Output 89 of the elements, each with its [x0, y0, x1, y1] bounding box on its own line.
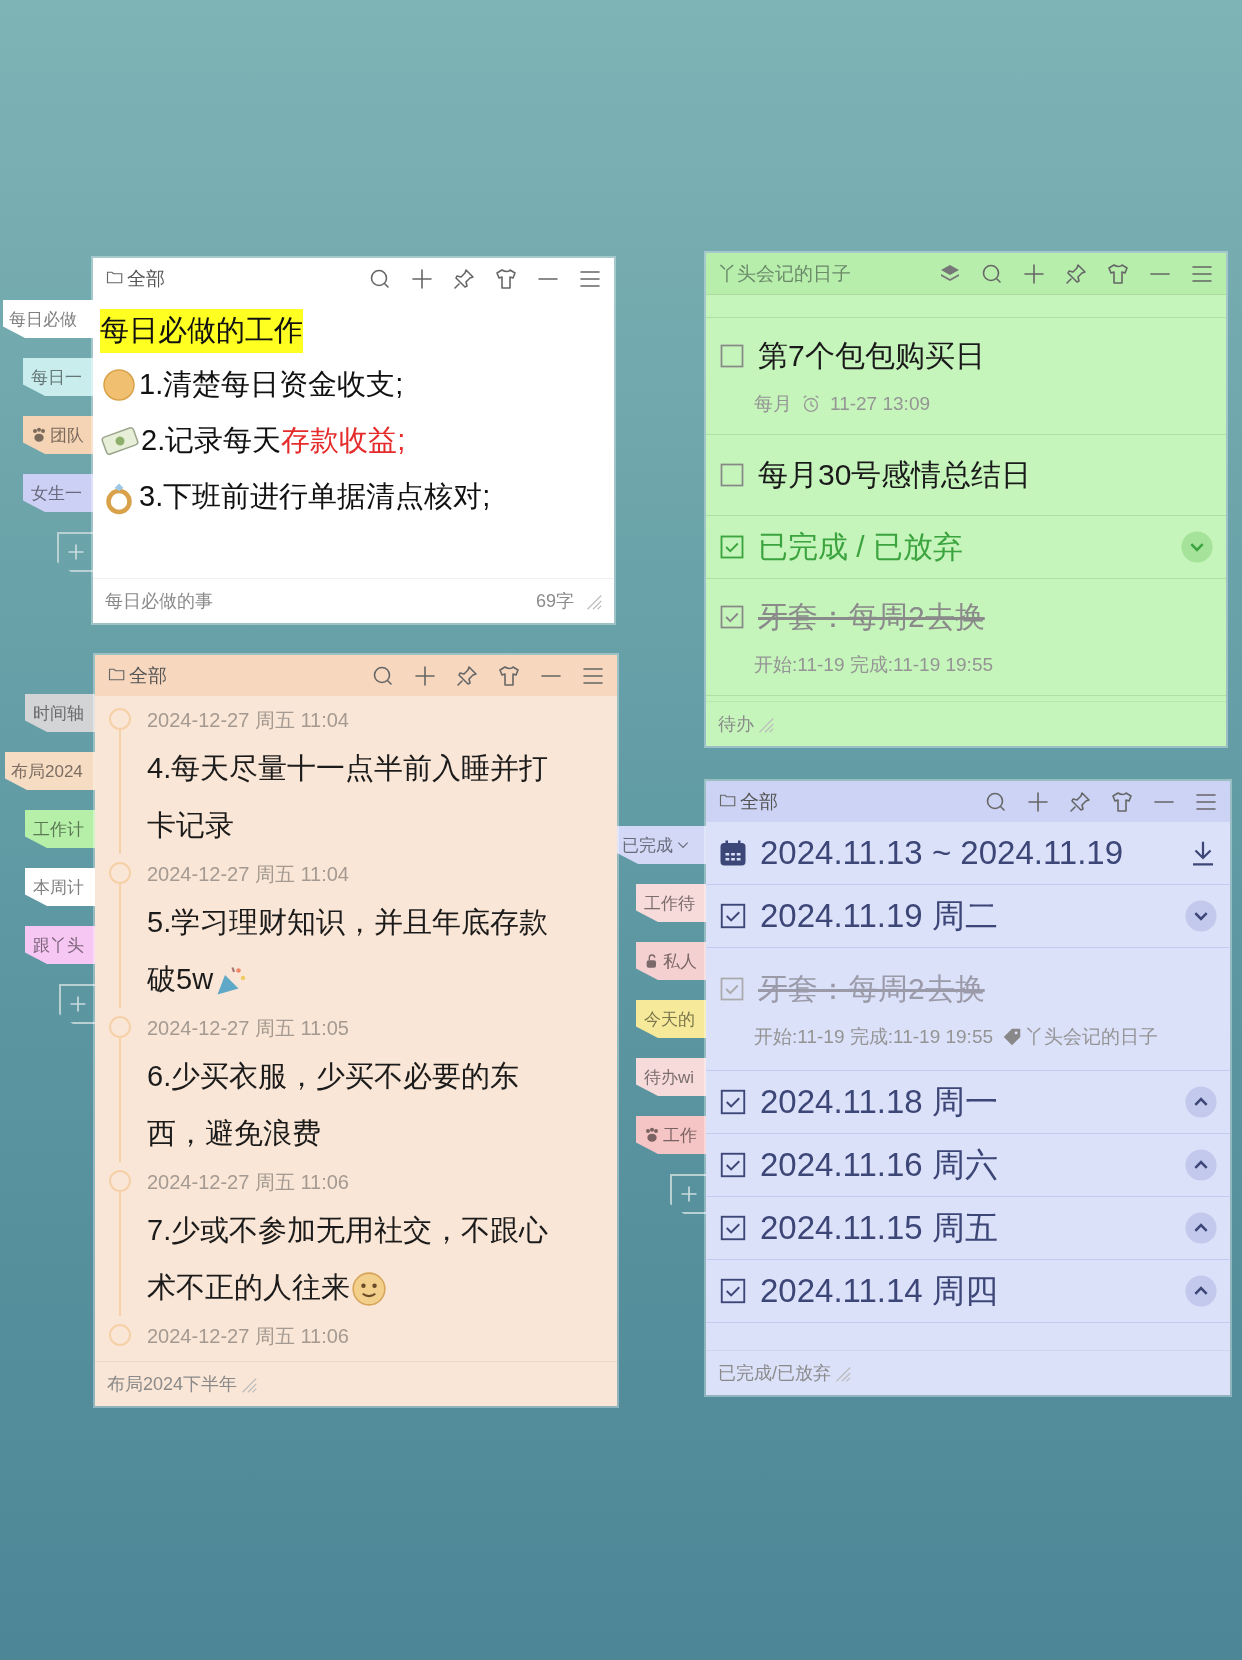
note-tab[interactable]: 私人 — [636, 942, 706, 980]
note-tab[interactable]: 跟丫头 — [25, 926, 95, 964]
reminder-time: 11-27 13:09 — [830, 392, 930, 415]
checked-checkbox[interactable] — [718, 975, 746, 1003]
coin-icon — [101, 367, 137, 403]
pin-icon[interactable] — [1068, 789, 1092, 814]
checkbox[interactable] — [718, 461, 746, 489]
collapse-button[interactable] — [1184, 899, 1218, 933]
day-heading: 2024.11.15 周五 — [760, 1207, 998, 1248]
note-tab[interactable]: 工作 — [636, 1116, 706, 1154]
note-tab[interactable]: 团队 — [23, 416, 93, 454]
shirt-icon[interactable] — [1106, 261, 1130, 286]
checked-checkbox[interactable] — [718, 603, 746, 631]
list-item-text: 3.下班前进行单据清点核对; — [139, 479, 491, 514]
day-heading: 2024.11.19 周二 — [760, 895, 998, 936]
entry-text: 4.每天尽量十一点半前入睡并打卡记录 — [147, 751, 550, 843]
shirt-icon[interactable] — [1110, 789, 1134, 814]
checked-box-icon — [718, 1213, 748, 1243]
paw-icon — [644, 1127, 660, 1143]
note-tab[interactable]: 本周计 — [25, 868, 95, 906]
timestamp: 2024-12-27 周五 11:06 — [147, 1170, 350, 1195]
expand-button[interactable] — [1184, 1274, 1218, 1308]
note-name: 已完成/已放弃 — [718, 1362, 831, 1385]
timestamp: 2024-12-27 周五 11:04 — [147, 708, 350, 733]
task-text: 牙套：每周2去换 — [758, 970, 985, 1007]
note-tab[interactable]: 女生一 — [23, 474, 93, 512]
note-name: 布局2024下半年 — [107, 1373, 238, 1396]
date-range: 2024.11.13 ~ 2024.11.19 — [760, 834, 1124, 872]
timestamp: 2024-12-27 周五 11:05 — [147, 1016, 350, 1041]
note-tab[interactable]: 每日一 — [23, 358, 93, 396]
note-name: 每日必做的事 — [105, 590, 213, 613]
checked-box-icon — [718, 533, 746, 561]
folder-label[interactable]: 全部 — [129, 662, 167, 689]
checked-box-icon — [718, 1150, 748, 1180]
note-tab[interactable]: 工作计 — [25, 810, 95, 848]
task-dates: 开始:11-19 完成:11-19 19:55 — [754, 652, 994, 677]
shirt-icon[interactable] — [494, 266, 518, 291]
note-tab[interactable]: 每日必做 — [3, 300, 93, 338]
list-item-text: 2.记录每天存款收益; — [141, 423, 406, 458]
shirt-icon[interactable] — [497, 663, 521, 688]
checkbox[interactable] — [718, 342, 746, 370]
day-heading: 2024.11.14 周四 — [760, 1270, 998, 1311]
expand-button[interactable] — [1184, 1148, 1218, 1182]
add-icon — [66, 542, 86, 562]
expand-button[interactable] — [1184, 1085, 1218, 1119]
entry-text: 5.学习理财知识，并且年底存款破5w — [147, 894, 567, 1008]
note-tab[interactable]: 布局2024 — [5, 752, 95, 790]
task-text: 第7个包包购买日 — [758, 337, 985, 374]
note-tab[interactable]: 已完成 — [616, 826, 706, 864]
add-icon[interactable] — [1022, 261, 1046, 286]
tag-label: 丫头会记的日子 — [1025, 1024, 1159, 1049]
timestamp: 2024-12-27 周五 11:06 — [147, 1324, 349, 1349]
day-heading: 2024.11.18 周一 — [760, 1081, 998, 1122]
calendar-icon — [718, 838, 748, 868]
note-tab[interactable]: 今天的 — [636, 1000, 706, 1038]
timestamp: 2024-12-27 周五 11:04 — [147, 862, 350, 887]
add-icon[interactable] — [413, 663, 437, 688]
pin-icon[interactable] — [1064, 261, 1088, 286]
pin-icon[interactable] — [455, 663, 479, 688]
note-name: 待办 — [718, 713, 754, 736]
section-heading: 已完成 / 已放弃 — [758, 528, 963, 565]
expand-button[interactable] — [1184, 1211, 1218, 1245]
note-title: 丫头会记的日子 — [718, 261, 851, 286]
task-text: 每月30号感情总结日 — [758, 456, 1032, 493]
entry-text: 7.少或不参加无用社交，不跟心术不正的人往来 — [147, 1202, 567, 1316]
folder-label[interactable]: 全部 — [127, 265, 165, 292]
add-icon[interactable] — [1026, 789, 1050, 814]
pin-icon[interactable] — [452, 266, 476, 291]
checked-box-icon — [718, 1087, 748, 1117]
note-tab[interactable]: 工作待 — [636, 884, 706, 922]
task-text: 牙套：每周2去换 — [758, 598, 985, 635]
smiley-icon — [350, 1270, 388, 1309]
task-dates: 开始:11-19 完成:11-19 19:55 — [754, 1024, 994, 1049]
paw-icon — [31, 427, 47, 443]
checked-box-icon — [718, 1276, 748, 1306]
timeline-dot — [109, 1324, 131, 1346]
checked-box-icon — [718, 901, 748, 931]
repeat-label: 每月 — [754, 391, 792, 416]
add-icon — [68, 994, 88, 1014]
add-icon[interactable] — [410, 266, 434, 291]
add-icon — [679, 1184, 699, 1204]
highlighted-heading: 每日必做的工作 — [100, 309, 303, 353]
note-tab[interactable]: 时间轴 — [25, 694, 95, 732]
entry-text: 6.少买衣服，少买不必要的东西，避免浪费 — [147, 1059, 521, 1151]
folder-label[interactable]: 全部 — [740, 788, 778, 815]
list-item-text: 1.清楚每日资金收支; — [139, 367, 404, 402]
day-heading: 2024.11.16 周六 — [760, 1144, 998, 1185]
note-tab[interactable]: 待办wi — [636, 1058, 706, 1096]
character-count: 69字 — [535, 590, 574, 613]
